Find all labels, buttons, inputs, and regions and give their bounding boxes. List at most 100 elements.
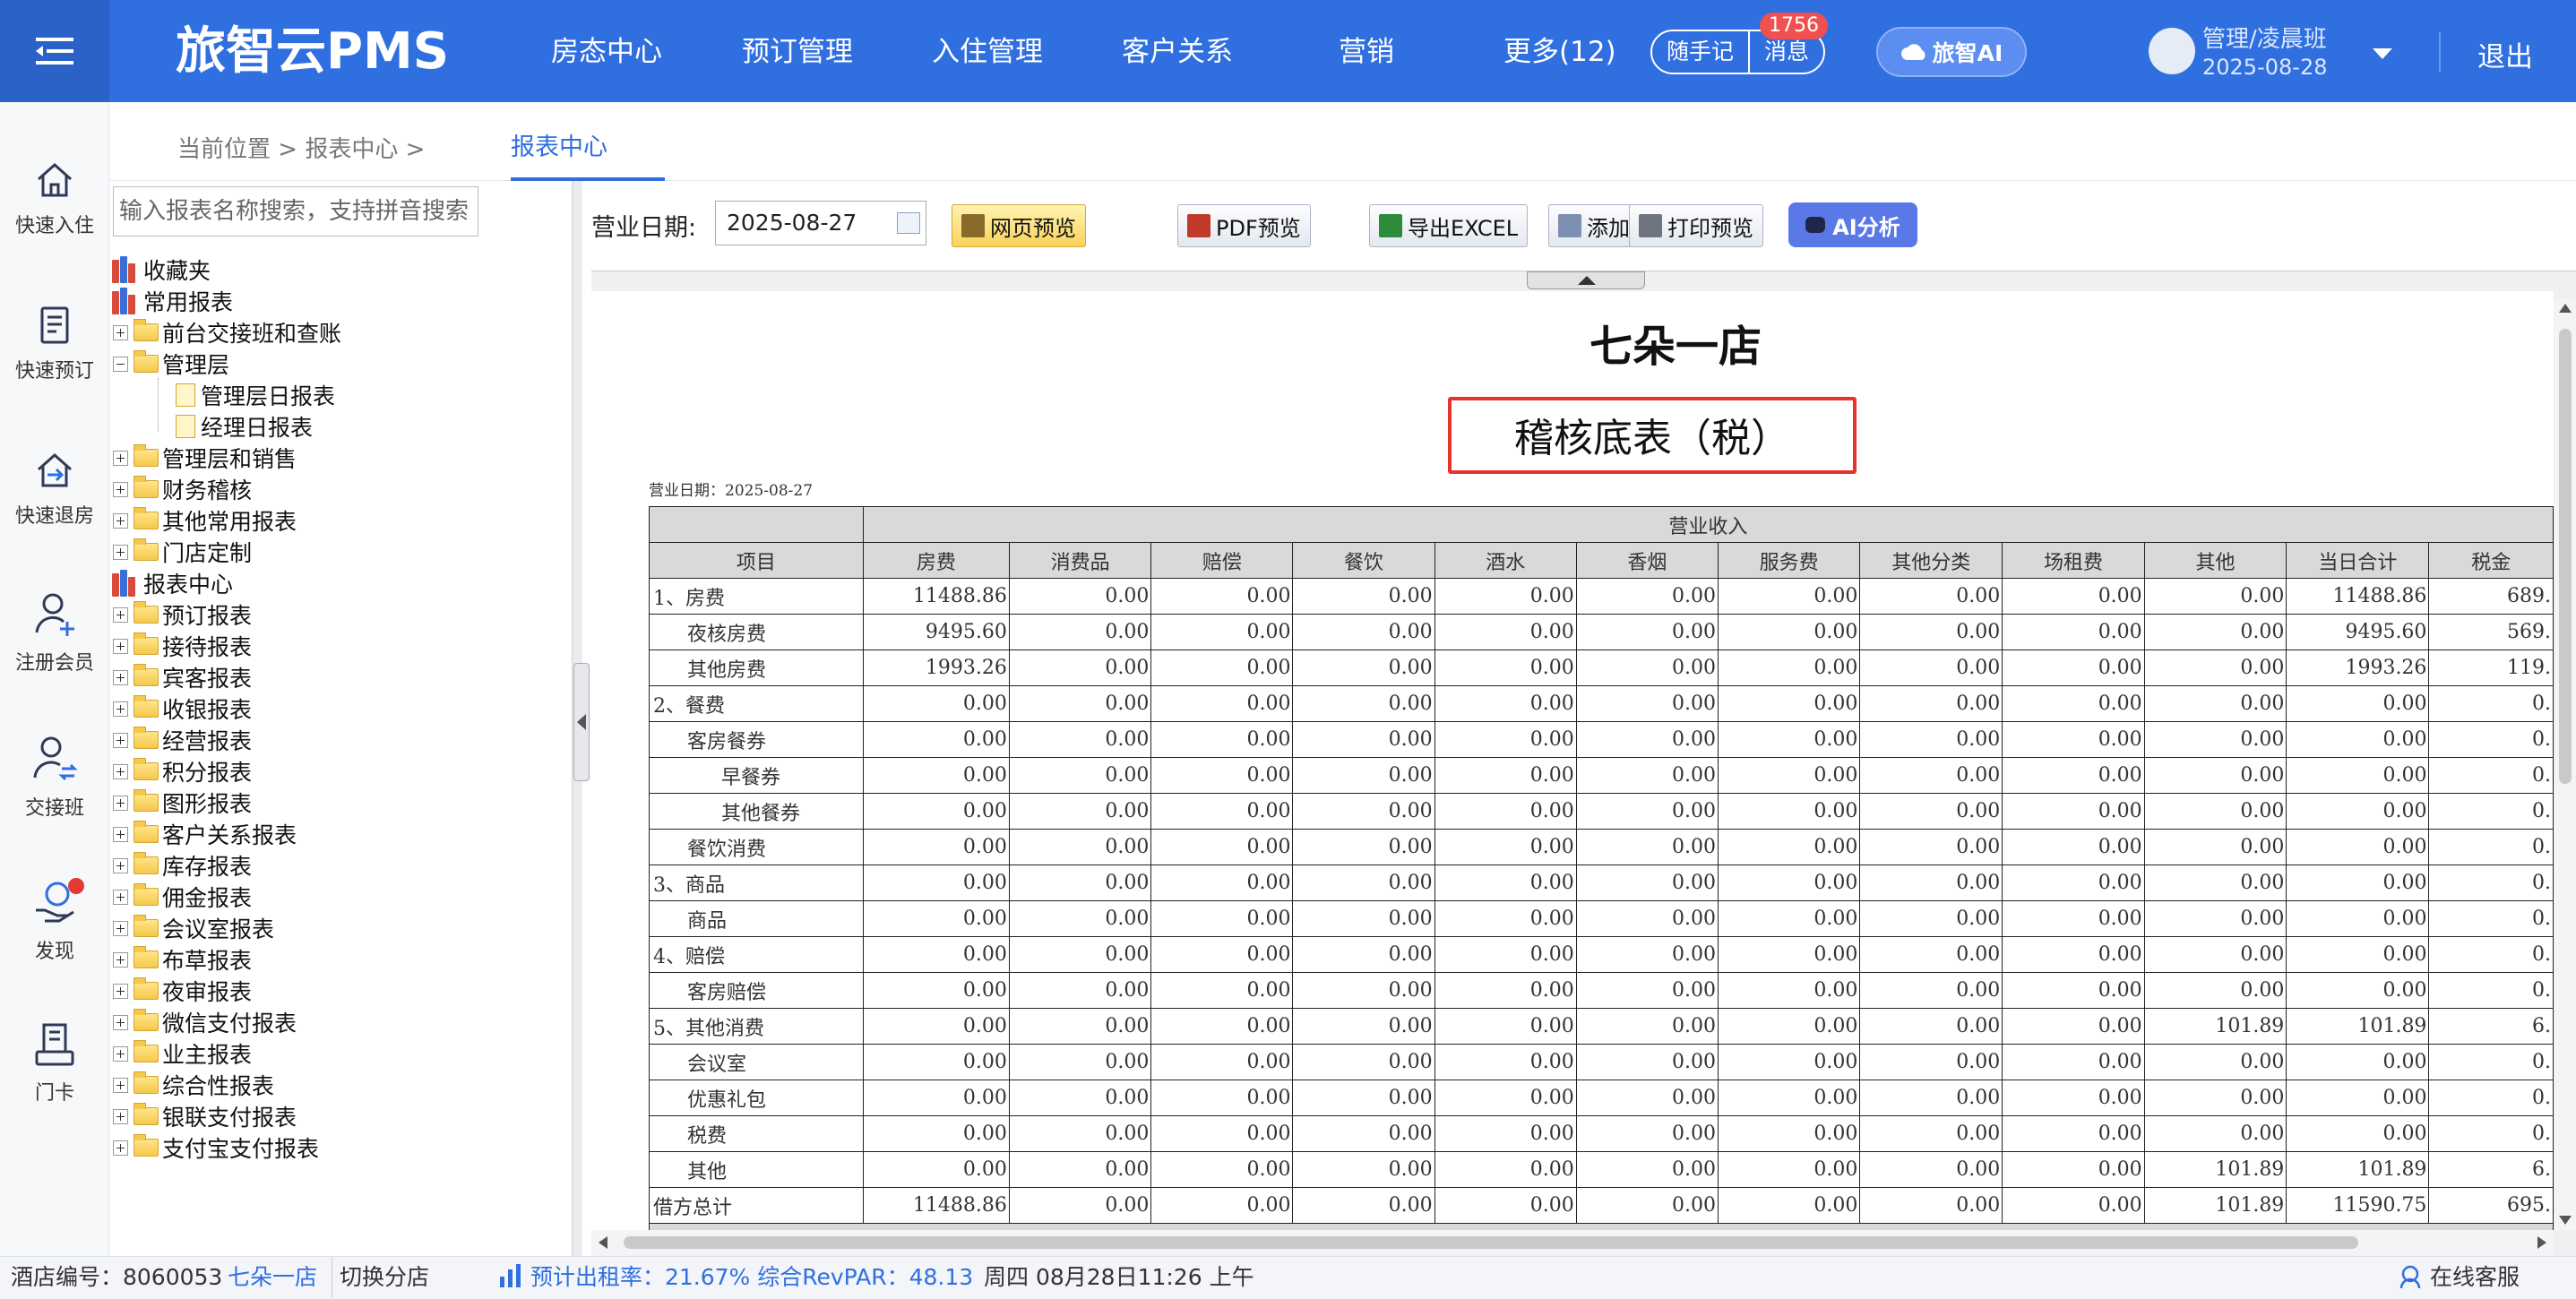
expand-icon[interactable] [113, 701, 128, 717]
nav-room-status[interactable]: 房态中心 [551, 34, 662, 70]
tree-node[interactable]: 收银报表 [113, 693, 252, 724]
web-preview-button[interactable]: 网页预览 [952, 204, 1086, 247]
rail-quick-checkin[interactable]: 快速入住 [0, 159, 109, 238]
expand-icon[interactable] [113, 920, 128, 936]
expand-icon[interactable] [113, 826, 128, 842]
expand-icon[interactable] [113, 795, 128, 811]
tree-node[interactable]: 管理层和销售 [113, 443, 297, 473]
tree-node[interactable]: 业主报表 [113, 1038, 252, 1069]
collapse-tree-handle[interactable] [573, 663, 590, 781]
tree-node[interactable]: 综合性报表 [113, 1070, 274, 1100]
expand-icon[interactable] [113, 638, 128, 654]
value-cell: 0.00 [2002, 757, 2145, 794]
user-avatar[interactable] [2149, 28, 2195, 74]
expand-icon[interactable] [113, 544, 128, 560]
tree-node[interactable]: 夜审报表 [113, 976, 252, 1006]
expand-icon[interactable] [113, 1108, 128, 1124]
user-name[interactable]: 管理/凌晨班 [2202, 25, 2327, 54]
calendar-icon[interactable] [897, 212, 920, 234]
nav-more[interactable]: 更多(12) [1503, 34, 1616, 70]
tree-node[interactable]: 会议室报表 [113, 913, 274, 943]
tree-node[interactable]: 管理层 [113, 348, 229, 379]
horizontal-scroll-thumb[interactable] [624, 1236, 2358, 1249]
report-search-input[interactable] [113, 186, 478, 237]
ai-analysis-button[interactable]: AI分析 [1788, 202, 1917, 247]
pdf-preview-button[interactable]: PDF预览 [1177, 204, 1311, 247]
export-excel-button[interactable]: 导出EXCEL [1369, 204, 1529, 247]
nav-checkin[interactable]: 入住管理 [932, 34, 1043, 70]
online-support-button[interactable]: 在线客服 [2398, 1257, 2520, 1298]
tree-node[interactable]: 积分报表 [113, 756, 252, 787]
nav-reservations[interactable]: 预订管理 [742, 34, 853, 70]
business-date-input[interactable]: 2025-08-27 [715, 201, 926, 245]
expand-icon[interactable] [113, 763, 128, 779]
scroll-up-icon[interactable] [2559, 304, 2572, 313]
horizontal-scrollbar[interactable] [591, 1230, 2554, 1255]
collapse-icon[interactable] [113, 356, 128, 372]
tree-node-label: 佣金报表 [162, 885, 253, 911]
tree-node[interactable]: 前台交接班和查账 [113, 317, 341, 348]
expand-icon[interactable] [113, 951, 128, 968]
rail-discover[interactable]: 发现 [0, 878, 109, 964]
ai-assistant-button[interactable]: 旅智AI [1876, 27, 2027, 77]
tree-node[interactable]: 收藏夹 [111, 254, 211, 285]
tab-report-center[interactable]: 报表中心 [511, 127, 607, 162]
tree-node[interactable]: 库存报表 [113, 850, 252, 881]
expand-icon[interactable] [113, 481, 128, 497]
rail-register-member[interactable]: 注册会员 [0, 591, 109, 675]
print-preview-button[interactable]: 打印预览 [1629, 204, 1763, 247]
vertical-scrollbar[interactable] [2554, 298, 2576, 1230]
expand-icon[interactable] [113, 857, 128, 873]
expand-icon[interactable] [113, 1077, 128, 1093]
value-cell: 0.00 [1292, 793, 1435, 830]
rail-quick-checkout[interactable]: 快速退房 [0, 450, 109, 529]
value-cell: 0.00 [1008, 1115, 1152, 1152]
expand-icon[interactable] [113, 889, 128, 905]
tree-node[interactable]: 微信支付报表 [113, 1007, 297, 1037]
tree-node[interactable]: 财务稽核 [113, 474, 252, 504]
expand-icon[interactable] [113, 1045, 128, 1062]
expand-icon[interactable] [113, 669, 128, 685]
tree-node[interactable]: 接待报表 [113, 631, 252, 661]
current-hotel-link[interactable]: 七朵一店 [228, 1257, 317, 1298]
expand-icon[interactable] [113, 450, 128, 466]
expand-icon[interactable] [113, 983, 128, 999]
tree-node[interactable]: 门店定制 [113, 537, 252, 567]
rail-door-card[interactable]: 门卡 [0, 1021, 109, 1105]
scroll-right-icon[interactable] [2537, 1236, 2546, 1249]
nav-marketing[interactable]: 营销 [1339, 34, 1394, 70]
tree-node[interactable]: 图形报表 [113, 787, 252, 818]
chevron-down-icon[interactable] [2373, 48, 2392, 59]
switch-store-button[interactable]: 切换分店 [332, 1257, 429, 1298]
tree-node[interactable]: 常用报表 [111, 286, 233, 316]
tree-node[interactable]: 预订报表 [113, 599, 252, 630]
expand-icon[interactable] [113, 732, 128, 748]
tree-node[interactable]: 客户关系报表 [113, 819, 297, 849]
tree-node[interactable]: 经营报表 [113, 725, 252, 755]
tree-node[interactable]: 其他常用报表 [113, 505, 297, 536]
tree-node[interactable]: 佣金报表 [113, 882, 252, 912]
menu-toggle-button[interactable] [0, 0, 109, 102]
row-label-cell: 夜核房费 [649, 614, 864, 650]
tree-node[interactable]: 报表中心 [111, 568, 233, 598]
rail-quick-booking[interactable]: 快速预订 [0, 305, 109, 383]
rail-shift-handover[interactable]: 交接班 [0, 735, 109, 821]
tree-node[interactable]: 管理层日报表 [176, 380, 335, 410]
expand-icon[interactable] [113, 324, 128, 340]
logout-button[interactable]: 退出 [2477, 34, 2533, 74]
tree-node[interactable]: 布草报表 [113, 944, 252, 975]
vertical-scroll-thumb[interactable] [2559, 329, 2572, 784]
scroll-down-icon[interactable] [2559, 1216, 2572, 1225]
expand-icon[interactable] [113, 606, 128, 623]
scroll-left-icon[interactable] [599, 1236, 607, 1249]
memo-button[interactable]: 随手记 [1652, 31, 1748, 73]
collapse-toolbar-toggle[interactable] [1527, 271, 1645, 289]
nav-crm[interactable]: 客户关系 [1122, 34, 1233, 70]
expand-icon[interactable] [113, 1014, 128, 1030]
tree-node[interactable]: 支付宝支付报表 [113, 1132, 319, 1163]
expand-icon[interactable] [113, 512, 128, 529]
expand-icon[interactable] [113, 1140, 128, 1156]
tree-node[interactable]: 银联支付报表 [113, 1101, 297, 1131]
tree-node[interactable]: 宾客报表 [113, 662, 252, 693]
tree-node[interactable]: 经理日报表 [176, 411, 313, 442]
